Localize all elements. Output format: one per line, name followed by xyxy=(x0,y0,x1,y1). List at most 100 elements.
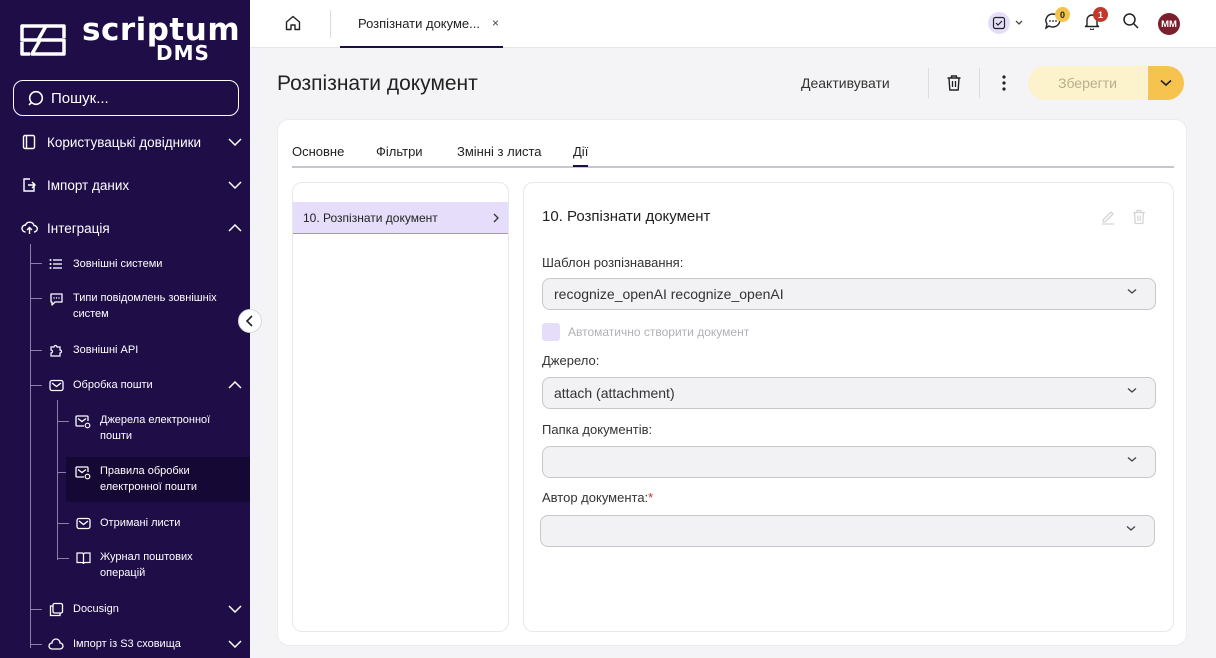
notifications-button[interactable]: 1 xyxy=(1083,7,1108,35)
sidebar-item-label: Зовнішні системи xyxy=(73,258,163,270)
template-value: recognize_openAI recognize_openAI xyxy=(554,286,784,302)
list-icon xyxy=(47,255,65,273)
save-options-button[interactable] xyxy=(1148,66,1184,100)
chevron-down-icon[interactable] xyxy=(228,181,242,189)
sidebar-item-label: Отримані листи xyxy=(100,517,181,529)
sidebar-item-label: Джерела електронної пошти xyxy=(100,414,211,442)
template-label: Шаблон розпізнавання: xyxy=(542,255,684,270)
top-bar: Розпізнати докуме... × 0 1 MM xyxy=(250,0,1216,48)
mail-rules-icon xyxy=(74,463,92,481)
trash-icon[interactable] xyxy=(946,74,962,92)
logo-product: DMS xyxy=(156,41,210,65)
workspace-switcher[interactable] xyxy=(988,12,1026,39)
auto-create-label: Автоматично створити документ xyxy=(568,325,750,339)
sidebar-item-docusign[interactable]: Docusign xyxy=(0,599,250,619)
action-title: 10. Розпізнати документ xyxy=(542,208,711,225)
more-vertical-icon[interactable] xyxy=(1001,74,1007,92)
main-card: Основне Фільтри Змінні з листа Дії 10. Р… xyxy=(277,119,1187,646)
tab-bar: Основне Фільтри Змінні з листа Дії xyxy=(292,144,1174,168)
docusign-icon xyxy=(47,600,65,618)
sidebar-item-mail-processing[interactable]: Обробка пошти xyxy=(0,375,250,395)
folder-select[interactable] xyxy=(542,446,1156,478)
chevron-down-icon[interactable] xyxy=(228,605,242,613)
sidebar-item-label: Імпорт із S3 сховища xyxy=(73,638,181,650)
user-avatar[interactable]: MM xyxy=(1158,13,1180,35)
global-search-button[interactable] xyxy=(1122,12,1140,35)
sidebar-item-integration[interactable]: Інтеграція xyxy=(0,217,250,239)
source-select[interactable]: attach (attachment) xyxy=(542,377,1156,409)
sidebar-item-user-dictionaries[interactable]: Користувацькі довідники xyxy=(0,131,250,153)
page-title: Розпізнати документ xyxy=(277,72,478,95)
logo-mark-icon xyxy=(20,24,66,56)
author-label-text: Автор документа: xyxy=(542,490,649,505)
divider xyxy=(979,68,980,98)
sidebar-item-external-systems[interactable]: Зовнішні системи xyxy=(0,254,250,274)
sidebar-search[interactable]: Пошук... xyxy=(13,80,239,116)
chevron-down-icon xyxy=(1127,388,1137,393)
chevron-down-icon[interactable] xyxy=(228,138,242,146)
mail-icon xyxy=(74,514,92,532)
import-icon xyxy=(20,176,38,194)
sidebar-item-email-rules[interactable]: Правила обробки електронної пошти xyxy=(66,457,250,502)
cloud-upload-icon xyxy=(20,219,38,237)
sidebar-item-label: Docusign xyxy=(73,603,119,615)
list-item[interactable]: 10. Розпізнати документ xyxy=(293,202,508,234)
chevron-right-icon xyxy=(493,213,499,222)
author-label: Автор документа:* xyxy=(542,490,653,505)
tab-letter-variables[interactable]: Змінні з листа xyxy=(457,144,542,159)
sidebar-item-label: Користувацькі довідники xyxy=(47,134,202,150)
action-details-panel: 10. Розпізнати документ Шаблон розпізнав… xyxy=(523,182,1174,632)
sidebar-item-label: Журнал поштових операцій xyxy=(100,551,193,579)
sidebar-collapse-button[interactable] xyxy=(238,309,262,333)
journal-icon xyxy=(74,549,92,567)
auto-create-checkbox-row[interactable]: Автоматично створити документ xyxy=(542,323,749,341)
divider xyxy=(928,68,929,98)
chevron-down-icon xyxy=(1126,526,1136,531)
edit-icon[interactable] xyxy=(1100,209,1116,225)
chevron-up-icon[interactable] xyxy=(228,381,242,389)
chevron-down-icon[interactable] xyxy=(228,640,242,648)
mail-settings-icon xyxy=(74,412,92,430)
sidebar-item-label: Імпорт даних xyxy=(47,177,130,193)
chevron-down-icon xyxy=(1127,457,1137,462)
auto-create-checkbox[interactable] xyxy=(542,323,560,341)
cloud-icon xyxy=(47,635,65,653)
trash-icon[interactable] xyxy=(1132,209,1146,225)
sidebar-item-label: Правила обробки електронної пошти xyxy=(100,465,197,493)
sidebar-item-email-sources[interactable]: Джерела електронної пошти xyxy=(0,412,250,446)
list-item-label: 10. Розпізнати документ xyxy=(303,210,438,225)
tab-actions[interactable]: Дії xyxy=(573,144,589,167)
author-select[interactable] xyxy=(540,515,1155,547)
sidebar-item-mail-journal[interactable]: Журнал поштових операцій xyxy=(0,549,250,583)
sidebar-item-received-letters[interactable]: Отримані листи xyxy=(0,513,250,533)
required-mark: * xyxy=(648,490,654,505)
app-logo[interactable]: scriptum DMS xyxy=(16,12,240,65)
sidebar-item-data-import[interactable]: Імпорт даних xyxy=(0,174,250,196)
tab-main[interactable]: Основне xyxy=(292,144,344,159)
sidebar-item-label: Типи повідомлень зовнішніх систем xyxy=(73,292,217,320)
home-icon[interactable] xyxy=(284,14,302,32)
save-button[interactable]: Зберегти xyxy=(1028,66,1147,100)
divider xyxy=(330,10,331,38)
puzzle-icon xyxy=(47,341,65,359)
source-value: attach (attachment) xyxy=(554,385,675,401)
search-placeholder: Пошук... xyxy=(51,89,109,107)
sidebar-item-label: Інтеграція xyxy=(47,220,110,236)
workspace-icon xyxy=(988,12,1023,34)
tab-label: Розпізнати докуме... xyxy=(358,15,480,31)
sidebar-item-external-api[interactable]: Зовнішні API xyxy=(0,340,250,360)
close-icon[interactable]: × xyxy=(492,16,499,30)
chat-button[interactable]: 0 xyxy=(1044,7,1070,35)
sidebar-item-label: Зовнішні API xyxy=(73,344,139,356)
tab-filters[interactable]: Фільтри xyxy=(376,144,423,159)
tab-recognize-document[interactable]: Розпізнати докуме... × xyxy=(340,0,503,48)
chevron-down-icon xyxy=(1127,289,1137,294)
deactivate-button[interactable]: Деактивувати xyxy=(801,75,890,91)
chevron-up-icon[interactable] xyxy=(228,224,242,232)
sidebar: scriptum DMS Пошук... Користувацькі дові… xyxy=(0,0,250,658)
template-select[interactable]: recognize_openAI recognize_openAI xyxy=(542,278,1156,310)
sidebar-item-s3-import[interactable]: Імпорт із S3 сховища xyxy=(0,634,250,654)
chevron-left-icon xyxy=(245,315,253,327)
sidebar-item-external-message-types[interactable]: Типи повідомлень зовнішніх систем xyxy=(0,290,250,324)
action-list: 10. Розпізнати документ xyxy=(292,182,509,632)
